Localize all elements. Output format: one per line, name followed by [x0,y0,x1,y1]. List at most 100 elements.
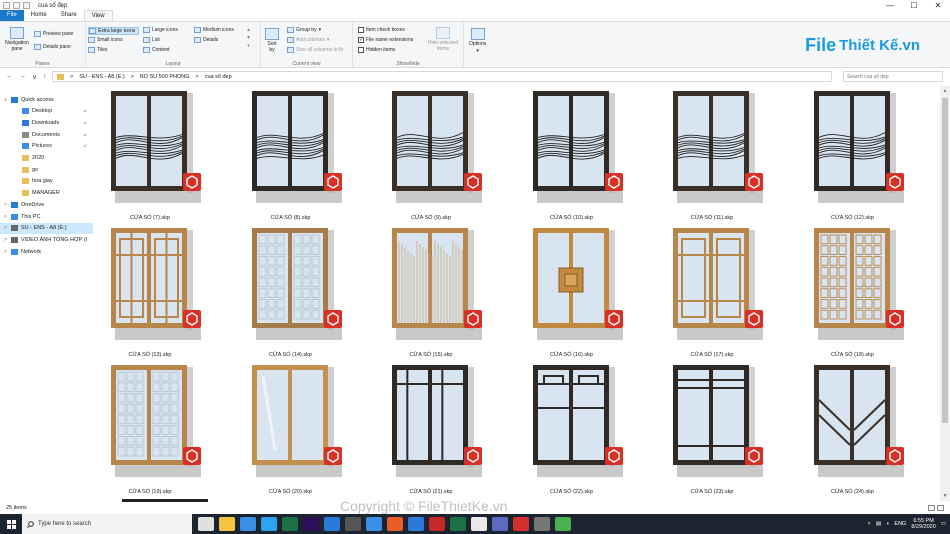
new-folder-icon[interactable] [23,2,30,9]
taskbar-app-icon[interactable] [261,517,277,531]
nav-item[interactable]: > VIDEO ẢNH TỔNG HỢP (I [0,234,93,245]
expand-chevron-icon[interactable]: ∨ [3,97,8,103]
layout-scroll[interactable]: ▲ ▼ ▾ [246,27,251,49]
file-name-extensions-toggle[interactable]: ✓ File name extensions [358,37,413,43]
hidden-items-checkbox[interactable] [358,47,364,53]
taskbar-app-icon[interactable] [429,517,445,531]
forward-button[interactable]: → [19,73,26,81]
file-item[interactable]: CỬA SỔ (9).skp [371,89,491,223]
hidden-items-toggle[interactable]: Hidden items [358,47,395,53]
hide-selected-items-button[interactable]: Hide selected items [425,27,461,52]
tab-home[interactable]: Home [24,10,54,21]
breadcrumb-drive[interactable]: SU - ENS - A8 (E:) [79,74,125,80]
nav-item[interactable]: > Network [0,246,93,257]
taskbar-app-icon[interactable] [240,517,256,531]
navigation-pane-button[interactable]: Navigation pane [3,27,31,52]
network-icon[interactable]: ▤ [876,521,881,527]
scroll-up-arrow[interactable]: ▲ [940,88,950,94]
notifications-icon[interactable]: ▭ [941,521,946,527]
properties-icon[interactable] [13,2,20,9]
file-item[interactable]: CỬA SỔ (7).skp [90,89,210,223]
group-by-button[interactable]: Group by ▾ [287,27,321,33]
expand-chevron-icon[interactable]: > [3,249,8,255]
nav-item[interactable]: > OneDrive [0,199,93,210]
pin-icon[interactable]: ⊿ [83,108,87,114]
pin-icon[interactable]: ⊿ [83,132,87,138]
search-input[interactable]: Search cua sổ đẹp [843,71,943,82]
item-check-boxes-toggle[interactable]: Item check boxes [358,27,405,33]
vertical-scrollbar[interactable]: ▲ ▼ [940,86,950,501]
nav-item[interactable]: hoa giay [0,176,93,187]
nav-item[interactable]: > This PC [0,211,93,222]
file-item[interactable]: CỬA SỔ (18).skp [793,226,913,360]
taskbar-app-icon[interactable] [513,517,529,531]
details-option[interactable]: Details [194,37,218,43]
file-item[interactable]: CỬA SỔ (19).skp [90,363,210,497]
taskbar-search[interactable]: Type here to search [22,514,192,534]
horizontal-scroll-thumb[interactable] [122,499,208,502]
folder-icon[interactable] [3,2,10,9]
tab-file[interactable]: File [0,10,24,21]
taskbar-app-icon[interactable] [303,517,319,531]
nav-item[interactable]: ∨ Quick access [0,94,93,105]
maximize-button[interactable]: ☐ [902,0,926,11]
content-option[interactable]: Content [143,47,170,53]
file-item[interactable]: CỬA SỔ (21).skp [371,363,491,497]
medium-icons-option[interactable]: Medium icons [194,27,234,33]
preview-pane-button[interactable]: Preview pane [34,31,73,37]
taskbar-app-icon[interactable] [219,517,235,531]
file-item[interactable]: CỬA SỔ (13).skp [90,226,210,360]
details-view-button[interactable] [928,505,935,511]
nav-item[interactable]: MANAGER [0,188,93,199]
nav-item[interactable]: go [0,164,93,175]
nav-item[interactable]: Documents ⊿ [0,129,93,140]
taskbar-app-icon[interactable] [345,517,361,531]
scrollbar-thumb[interactable] [942,98,948,423]
nav-item[interactable]: > SU - ENS - A8 (E:) [0,222,93,234]
nav-item[interactable]: 2020 [0,153,93,164]
close-button[interactable]: ✕ [926,0,950,11]
file-item[interactable]: CỬA SỔ (16).skp [512,226,632,360]
pin-icon[interactable]: ⊿ [83,143,87,149]
list-option[interactable]: List [143,37,160,43]
back-button[interactable]: ← [6,73,13,81]
expand-chevron-icon[interactable]: > [3,202,8,208]
taskbar-app-icon[interactable] [324,517,340,531]
expand-chevron-icon[interactable]: > [3,225,8,231]
item-check-boxes-checkbox[interactable] [358,27,364,33]
file-item[interactable]: CỬA SỔ (8).skp [231,89,351,223]
up-button[interactable]: ↑ [43,73,47,81]
extra-large-icons-option[interactable]: Extra large icons [88,27,140,35]
taskbar-app-icon[interactable] [471,517,487,531]
breadcrumb[interactable]: > SU - ENS - A8 (E:) > BO SU 500 PHONG >… [52,71,832,82]
file-item[interactable]: CỬA SỔ (20).skp [231,363,351,497]
tiles-option[interactable]: Tiles [88,47,107,53]
file-name-extensions-checkbox[interactable]: ✓ [358,37,364,43]
taskbar-app-icon[interactable] [282,517,298,531]
pin-icon[interactable]: ⊿ [83,120,87,126]
nav-item[interactable]: Desktop ⊿ [0,106,93,117]
file-item[interactable]: CỬA SỔ (15).skp [371,226,491,360]
file-item[interactable]: CỬA SỔ (23).skp [652,363,772,497]
details-pane-button[interactable]: Details pane [34,44,71,50]
tab-share[interactable]: Share [54,10,84,21]
taskbar-app-icon[interactable] [450,517,466,531]
taskbar-app-icon[interactable] [387,517,403,531]
breadcrumb-collection[interactable]: BO SU 500 PHONG [140,74,190,80]
taskbar-app-icon[interactable] [492,517,508,531]
start-button[interactable] [0,514,22,534]
nav-item[interactable]: Pictures ⊿ [0,141,93,152]
size-all-columns-button[interactable]: Size all columns to fit [287,47,343,53]
expand-chevron-icon[interactable]: > [3,214,8,220]
taskbar-app-icon[interactable] [408,517,424,531]
taskbar-app-icon[interactable] [555,517,571,531]
sort-by-button[interactable]: Sort by [265,28,279,53]
nav-item[interactable]: Downloads ⊿ [0,117,93,128]
file-item[interactable]: CỬA SỔ (10).skp [512,89,632,223]
large-icons-option[interactable]: Large icons [143,27,178,33]
taskbar-app-icon[interactable] [534,517,550,531]
taskbar-app-icon[interactable] [366,517,382,531]
add-columns-button[interactable]: Add columns ▾ [287,37,329,43]
expand-chevron-icon[interactable]: > [3,237,8,243]
scroll-down-arrow[interactable]: ▼ [940,493,950,499]
